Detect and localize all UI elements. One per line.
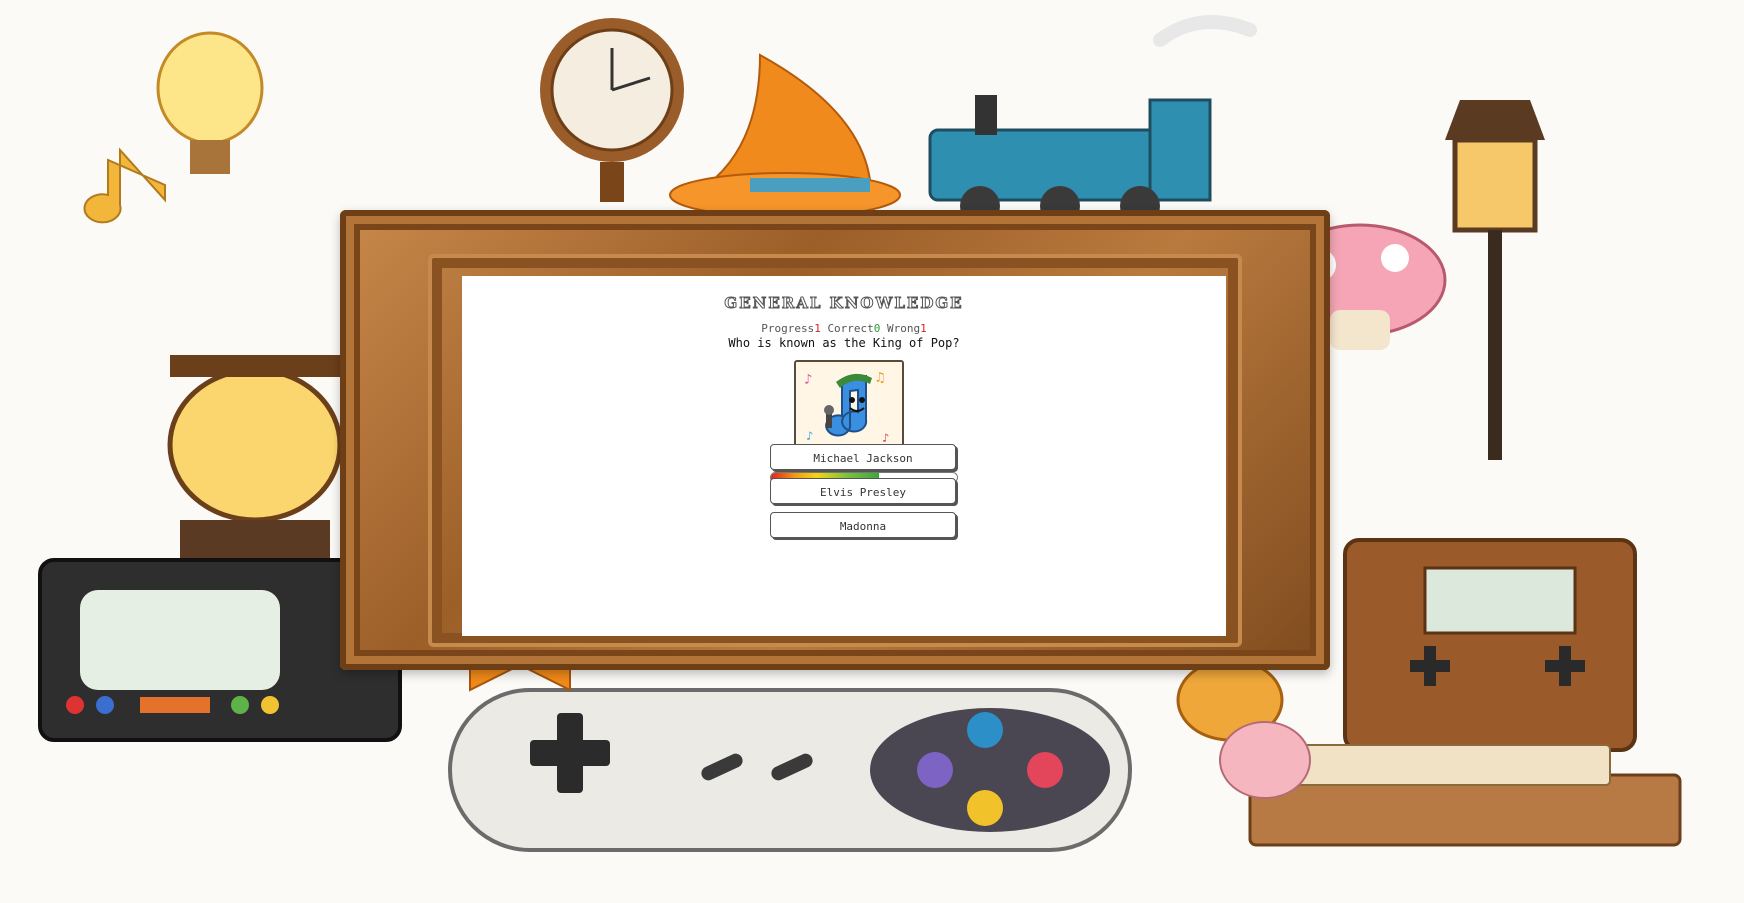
books-icon (1248, 744, 1682, 847)
music-note-icon (83, 147, 166, 224)
progress-value: 1 (814, 322, 821, 335)
pink-creature-icon (1219, 721, 1311, 799)
clock-icon (540, 18, 684, 202)
train-icon (928, 15, 1257, 226)
handheld-console-icon (1343, 538, 1637, 752)
answer-button-2[interactable]: Elvis Presley (770, 478, 956, 504)
answer-button-1[interactable]: Michael Jackson (770, 444, 956, 470)
wrong-value: 1 (920, 322, 927, 335)
progress-label: Progress (761, 322, 815, 335)
quiz-title: GENERAL KNOWLEDGE (724, 294, 964, 313)
correct-value: 0 (873, 322, 881, 335)
oil-lamp-icon (167, 355, 343, 560)
correct-label: Correct (827, 322, 874, 335)
music-note-mascot-icon: ♪ ♫ ♪ ♪ (796, 362, 902, 450)
lightbulb-icon (156, 31, 264, 174)
question-text: Who is known as the King of Pop? (728, 336, 960, 350)
quiz-panel: GENERAL KNOWLEDGE Progress1 Correct0 Wro… (462, 276, 1226, 636)
question-image: ♪ ♫ ♪ ♪ (794, 360, 904, 452)
wrong-label: Wrong (887, 322, 921, 335)
svg-text:♪: ♪ (804, 372, 812, 388)
game-scene: GENERAL KNOWLEDGE Progress1 Correct0 Wro… (0, 0, 1744, 903)
svg-text:♪: ♪ (882, 431, 889, 445)
answer-button-3[interactable]: Madonna (770, 512, 956, 538)
quiz-stats: Progress1 Correct0 Wrong1 (462, 322, 1226, 335)
svg-text:♪: ♪ (806, 429, 813, 443)
svg-text:♫: ♫ (876, 370, 884, 386)
wizard-hat-icon (669, 53, 901, 218)
game-controller-icon (448, 688, 1132, 852)
street-lamp-icon (1445, 100, 1545, 460)
